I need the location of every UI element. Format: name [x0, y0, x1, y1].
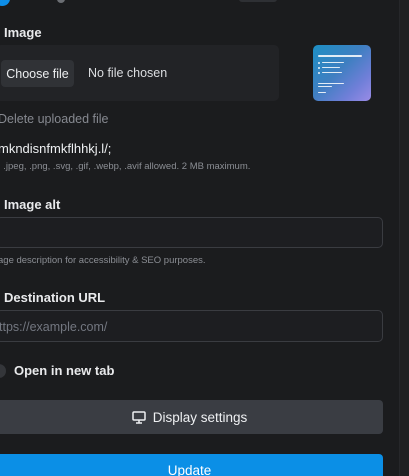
current-filename: mkndisnfmkflhhkj.l/; [0, 141, 112, 156]
choose-file-button[interactable]: Choose file [1, 60, 74, 87]
open-new-tab-label: Open in new tab [14, 363, 115, 378]
monitor-icon [131, 410, 146, 424]
update-button[interactable]: Update [0, 454, 383, 476]
destination-url-placeholder: ttps://example.com/ [0, 320, 108, 334]
delete-uploaded-checkbox[interactable]: Delete uploaded file [0, 112, 109, 126]
top-icon [57, 0, 65, 3]
scrollbar[interactable] [399, 0, 409, 476]
destination-url-input[interactable]: ttps://example.com/ [0, 310, 383, 342]
no-file-text: No file chosen [88, 66, 168, 80]
image-thumbnail [313, 45, 371, 101]
image-help-text: , .jpeg, .png, .svg, .gif, .webp, .avif … [0, 161, 251, 172]
update-label: Update [167, 463, 212, 476]
top-button[interactable] [239, 0, 277, 2]
destination-url-label: Destination URL [4, 290, 106, 305]
image-alt-help-text: age description for accessibility & SEO … [0, 255, 206, 266]
image-label: Image [4, 25, 42, 40]
top-toggle[interactable] [0, 0, 10, 6]
image-alt-label: Image alt [4, 197, 61, 212]
display-settings-label: Display settings [152, 409, 248, 425]
image-alt-input[interactable] [0, 217, 383, 248]
open-new-tab-toggle[interactable] [0, 364, 6, 378]
display-settings-button[interactable]: Display settings [0, 400, 383, 434]
